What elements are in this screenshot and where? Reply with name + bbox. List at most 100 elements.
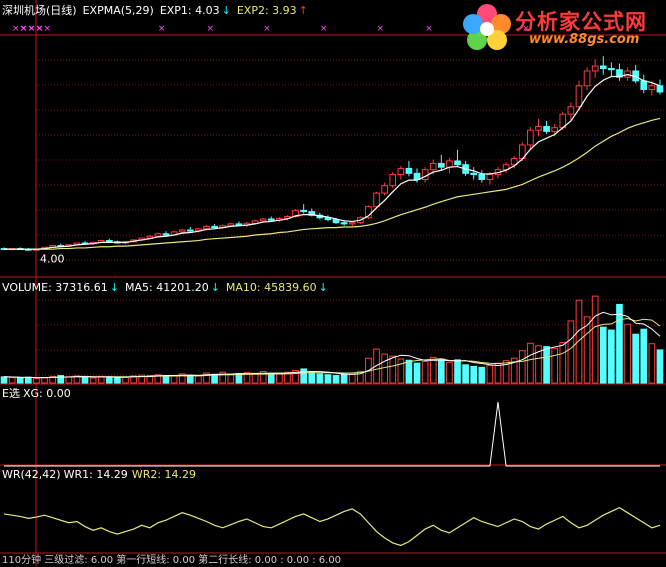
volume-bar	[276, 372, 283, 384]
signal-marker: ×	[425, 24, 433, 34]
volume-bar	[429, 356, 437, 384]
volume-bar	[494, 362, 502, 384]
wr2-label: WR2: 14.29	[131, 468, 197, 481]
volume-bar	[543, 346, 550, 384]
candle-body	[389, 174, 397, 187]
bottom-status-bar: 110分钟 三级过滤: 6.00 第一行短线: 0.00 第二行长线: 0.00…	[2, 555, 342, 566]
wr-header: WR(42,42) WR1: 14.29 WR2: 14.29	[2, 468, 202, 482]
candle-body	[332, 219, 340, 224]
volume-bar	[16, 377, 24, 384]
signal-marker: ×	[320, 24, 328, 34]
volume-bar	[25, 376, 32, 384]
candle-body	[599, 65, 607, 69]
candle-body	[300, 209, 307, 213]
candle-body	[591, 65, 599, 72]
candle-body	[656, 85, 664, 93]
candle-body	[535, 125, 542, 131]
volume-bar	[632, 333, 639, 384]
signal-marker: ×	[158, 24, 166, 34]
volume-bar	[170, 375, 178, 384]
volume-bar	[599, 326, 607, 384]
volume-bar	[114, 377, 121, 384]
volume-bar	[33, 377, 40, 384]
volume-label: VOLUME: 37316.61 ↓	[2, 281, 119, 294]
site-logo: 分析家公式网 www.88gs.com	[457, 2, 662, 50]
candle-body	[648, 85, 656, 90]
exp2-line	[4, 117, 661, 250]
candle-body	[186, 229, 194, 232]
volume-bar	[397, 358, 405, 384]
candle-body	[235, 223, 243, 226]
volume-bar	[389, 355, 397, 384]
volume-bar	[470, 365, 478, 384]
logo-url: www.88gs.com	[529, 32, 640, 47]
volume-bar	[640, 328, 648, 384]
volume-bar	[308, 372, 316, 384]
ma10-label: MA10: 45839.60 ↓	[225, 281, 328, 294]
volume-bar	[421, 360, 429, 384]
exp2-label: EXP2: 3.93 ↑	[236, 4, 308, 17]
candle-body	[203, 225, 210, 230]
volume-bar	[81, 376, 89, 384]
candle-body	[437, 162, 445, 168]
down-arrow-icon: ↓	[221, 4, 231, 17]
volume-bar	[162, 375, 170, 384]
candle-body	[405, 167, 413, 174]
volume-bar	[486, 365, 494, 384]
volume-bar	[324, 374, 332, 384]
volume-bar	[624, 323, 631, 384]
exp1-label: EXP1: 4.03 ↓	[159, 4, 231, 17]
candle-body	[154, 233, 162, 237]
volume-bar	[437, 358, 445, 384]
volume-bar	[227, 374, 235, 384]
wr-line	[3, 506, 661, 547]
candle-body	[567, 106, 575, 115]
down-arrow-icon: ↓	[109, 281, 119, 294]
main-header: 深圳机场(日线) EXPMA(5,29) EXP1: 4.03 ↓ EXP2: 3.93…	[2, 4, 314, 18]
volume-bar	[608, 329, 615, 384]
flower-icon	[463, 4, 511, 50]
volume-bar	[300, 368, 307, 384]
candle-body	[624, 70, 631, 78]
candle-body	[543, 125, 550, 132]
signal-marker: ××	[36, 24, 51, 34]
candle-body	[105, 240, 113, 243]
stock-title: 深圳机场(日线)	[2, 4, 77, 17]
candle-body	[486, 174, 494, 180]
volume-bar	[567, 320, 575, 384]
candle-body	[575, 85, 583, 108]
volume-bar	[65, 376, 73, 384]
candle-body	[470, 172, 478, 176]
candle-body	[397, 167, 405, 176]
signal-marker: ×	[206, 24, 214, 34]
down-arrow-icon: ↓	[318, 281, 328, 294]
volume-bar	[381, 353, 388, 384]
exp1-line	[4, 74, 661, 250]
volume-bar	[478, 366, 486, 384]
ma5-label: MA5: 41201.20 ↓	[124, 281, 220, 294]
volume-bar	[518, 350, 526, 384]
wr-label: WR(42,42)	[2, 468, 61, 481]
volume-bar	[656, 349, 664, 384]
candle-body	[421, 169, 429, 180]
candle-body	[429, 162, 437, 171]
volume-bar	[551, 347, 559, 384]
candle-body	[551, 127, 559, 132]
volume-bar	[454, 359, 461, 384]
candle-body	[608, 68, 615, 71]
volume-bar	[413, 362, 421, 384]
wr1-label: WR1: 14.29	[63, 468, 128, 481]
candle-body	[348, 222, 356, 225]
candle-body	[373, 192, 380, 208]
volume-bar	[648, 343, 656, 384]
candle-body	[478, 174, 486, 180]
volume-bar	[0, 376, 8, 384]
volume-bar	[41, 377, 48, 384]
candle-body	[162, 233, 170, 236]
xg-label: XG: 0.00	[22, 387, 71, 400]
volume-bar	[105, 376, 113, 384]
signal-header: E选 XG: 0.00	[2, 387, 77, 401]
volume-bar	[340, 373, 348, 384]
volume-bar	[316, 373, 324, 384]
candle-body	[527, 129, 534, 146]
